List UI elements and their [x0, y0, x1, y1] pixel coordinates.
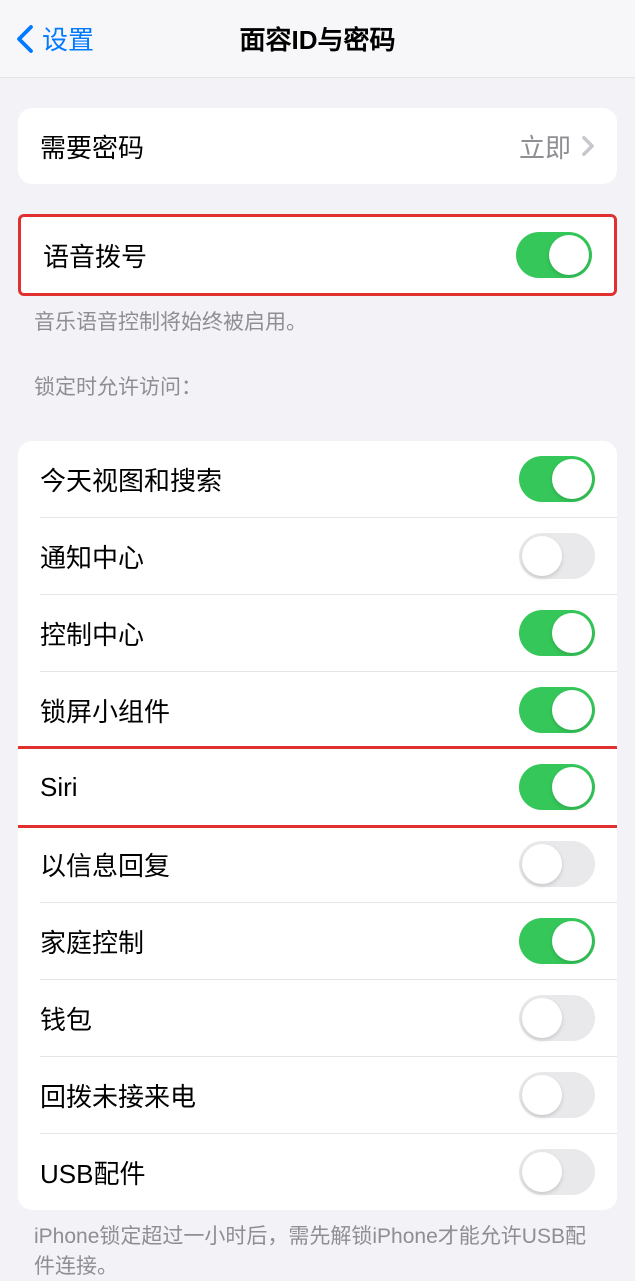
- lock-access-label: 通知中心: [40, 538, 144, 575]
- lock-access-label: 锁屏小组件: [40, 692, 170, 729]
- voice-dial-footer: 音乐语音控制将始终被启用。: [0, 296, 635, 337]
- header: 设置 面容ID与密码: [0, 0, 635, 78]
- voice-dial-toggle[interactable]: [516, 232, 592, 278]
- toggle-knob: [522, 844, 562, 884]
- chevron-right-icon: [581, 135, 595, 157]
- lock-access-group: 今天视图和搜索通知中心控制中心锁屏小组件 Siri 以信息回复家庭控制钱包回拨未接来…: [18, 441, 617, 1210]
- lock-access-toggle[interactable]: [519, 687, 595, 733]
- voice-dial-label: 语音拨号: [43, 237, 147, 274]
- require-passcode-label: 需要密码: [40, 128, 144, 165]
- toggle-knob: [552, 767, 592, 807]
- back-label: 设置: [42, 20, 94, 57]
- lock-access-cell: USB配件: [18, 1134, 617, 1210]
- chevron-left-icon: [16, 24, 34, 54]
- require-passcode-value: 立即: [519, 128, 571, 165]
- lock-access-cell: 控制中心: [18, 595, 617, 671]
- toggle-knob: [522, 998, 562, 1038]
- back-button[interactable]: 设置: [0, 20, 94, 57]
- lock-access-label: 控制中心: [40, 615, 144, 652]
- lock-access-toggle[interactable]: [519, 918, 595, 964]
- lock-access-cell: 以信息回复: [18, 826, 617, 902]
- lock-access-header: 锁定时允许访问：: [0, 337, 635, 411]
- lock-access-cell: Siri: [18, 749, 617, 825]
- lock-access-toggle[interactable]: [519, 995, 595, 1041]
- voice-dial-group: 语音拨号: [18, 214, 617, 296]
- cell-right: 立即: [519, 128, 595, 165]
- lock-access-footer: iPhone锁定超过一小时后，需先解锁iPhone才能允许USB配件连接。: [0, 1210, 635, 1281]
- lock-access-toggle[interactable]: [519, 841, 595, 887]
- toggle-knob: [522, 1152, 562, 1192]
- voice-dial-cell: 语音拨号: [21, 217, 614, 293]
- lock-access-cell: 今天视图和搜索: [18, 441, 617, 517]
- lock-access-cell: 钱包: [18, 980, 617, 1056]
- lock-access-toggle[interactable]: [519, 1149, 595, 1195]
- lock-access-toggle[interactable]: [519, 1072, 595, 1118]
- toggle-knob: [552, 921, 592, 961]
- lock-access-label: Siri: [40, 772, 78, 803]
- toggle-knob: [522, 1075, 562, 1115]
- lock-access-cell: 通知中心: [18, 518, 617, 594]
- lock-access-label: 家庭控制: [40, 923, 144, 960]
- lock-access-label: 回拨未接来电: [40, 1077, 196, 1114]
- lock-access-cell: 家庭控制: [18, 903, 617, 979]
- toggle-knob: [522, 536, 562, 576]
- lock-access-label: 以信息回复: [40, 846, 170, 883]
- toggle-knob: [549, 235, 589, 275]
- lock-access-cell: 锁屏小组件: [18, 672, 617, 748]
- lock-access-label: 钱包: [40, 1000, 92, 1037]
- lock-access-cell: 回拨未接来电: [18, 1057, 617, 1133]
- require-passcode-cell[interactable]: 需要密码 立即: [18, 108, 617, 184]
- toggle-knob: [552, 459, 592, 499]
- toggle-knob: [552, 690, 592, 730]
- page-title: 面容ID与密码: [239, 20, 395, 57]
- lock-access-toggle[interactable]: [519, 456, 595, 502]
- require-passcode-group: 需要密码 立即: [18, 108, 617, 184]
- lock-access-toggle[interactable]: [519, 764, 595, 810]
- lock-access-label: USB配件: [40, 1154, 145, 1191]
- lock-access-toggle[interactable]: [519, 533, 595, 579]
- toggle-knob: [552, 613, 592, 653]
- lock-access-toggle[interactable]: [519, 610, 595, 656]
- lock-access-label: 今天视图和搜索: [40, 461, 222, 498]
